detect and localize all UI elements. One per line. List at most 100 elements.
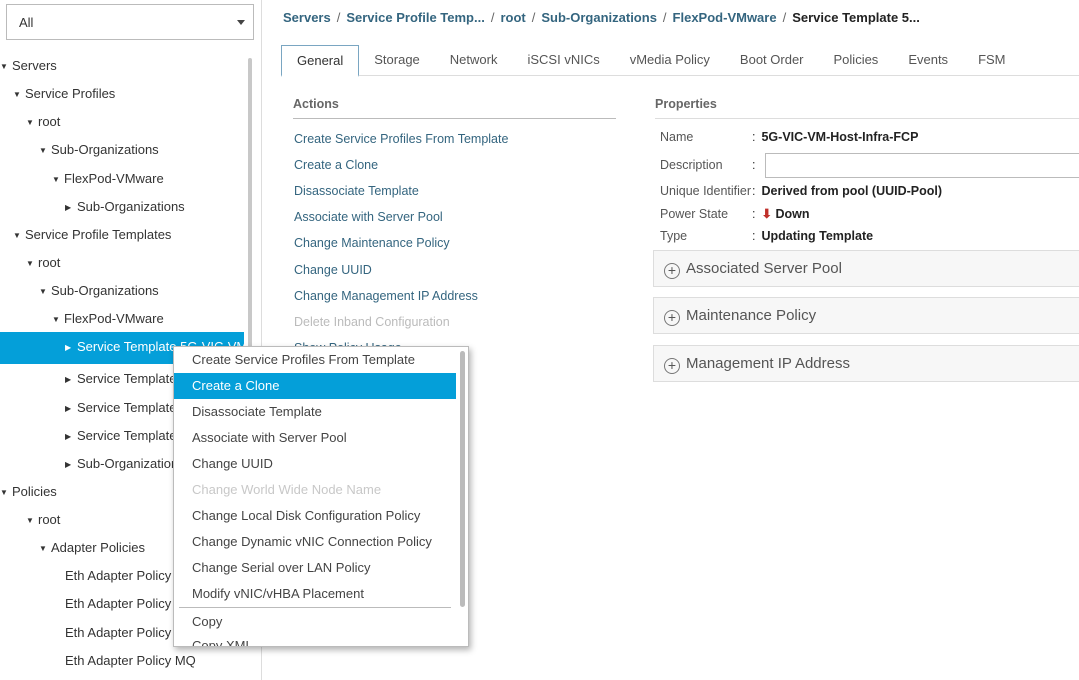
menu-item[interactable]: Disassociate Template xyxy=(174,399,456,425)
label: Description xyxy=(660,158,723,172)
caret-down-icon: ▼ xyxy=(39,286,47,296)
actions-heading: Actions xyxy=(293,97,616,119)
value: Derived from pool (UUID-Pool) xyxy=(761,184,943,198)
menu-item[interactable]: Modify vNIC/vHBA Placement xyxy=(174,581,456,607)
section-maintenance-policy[interactable]: + Maintenance Policy xyxy=(653,297,1079,334)
prop-uid: Unique Identifier: Derived from pool (UUI… xyxy=(660,184,943,198)
tree-item-label: root xyxy=(38,114,61,129)
value: 5G-VIC-VM-Host-Infra-FCP xyxy=(761,130,919,144)
breadcrumb-separator: / xyxy=(782,10,787,25)
caret-right-icon: ▶ xyxy=(65,342,72,352)
breadcrumb-item[interactable]: FlexPod-VMware xyxy=(673,10,777,25)
filter-value: All xyxy=(19,15,34,30)
action-link[interactable]: Disassociate Template xyxy=(294,184,419,198)
menu-item[interactable]: Associate with Server Pool xyxy=(174,425,456,451)
tab-boot-order[interactable]: Boot Order xyxy=(725,45,819,75)
tree-item[interactable]: ▼ Service Profiles xyxy=(0,80,244,108)
menu-scrollbar[interactable] xyxy=(460,351,465,607)
value: Down xyxy=(775,207,810,221)
menu-item[interactable]: Copy xyxy=(174,609,456,635)
caret-right-icon: ▶ xyxy=(65,202,72,212)
breadcrumb-item: Service Template 5... xyxy=(792,10,920,25)
caret-right-icon: ▶ xyxy=(65,459,72,469)
caret-down-icon: ▼ xyxy=(52,174,60,184)
tree-item-label: Eth Adapter Policy MQ xyxy=(65,653,196,668)
tab-events[interactable]: Events xyxy=(893,45,963,75)
tree-item[interactable]: ▼ root xyxy=(0,249,244,277)
menu-item[interactable]: Create a Clone xyxy=(174,373,456,399)
caret-right-icon: ▶ xyxy=(65,403,72,413)
tab-policies[interactable]: Policies xyxy=(819,45,894,75)
menu-item[interactable]: Change Dynamic vNIC Connection Policy xyxy=(174,529,456,555)
menu-item[interactable]: Copy XML xyxy=(174,633,456,646)
tree-item-label: Eth Adapter Policy L xyxy=(65,596,183,611)
tree-item-label: Eth Adapter Policy d xyxy=(65,568,183,583)
tree-item[interactable]: ▼ root xyxy=(0,108,244,136)
label: Unique Identifier xyxy=(660,184,752,198)
label: Name xyxy=(660,130,694,144)
menu-item[interactable]: Create Service Profiles From Template xyxy=(174,347,456,373)
tab-network[interactable]: Network xyxy=(435,45,513,75)
action-link[interactable]: Change Management IP Address xyxy=(294,289,478,303)
label: Type xyxy=(660,229,688,243)
tree-item[interactable]: ▼ Sub-Organizations xyxy=(0,277,244,305)
properties-heading: Properties xyxy=(655,97,1079,119)
tree-item-label: Eth Adapter Policy L xyxy=(65,625,183,640)
tab-general[interactable]: General xyxy=(281,45,360,77)
breadcrumb-item[interactable]: root xyxy=(500,10,525,25)
menu-item[interactable]: Change Serial over LAN Policy xyxy=(174,555,456,581)
action-link[interactable]: Create Service Profiles From Template xyxy=(294,132,508,146)
prop-type: Type: Updating Template xyxy=(660,229,874,243)
tree-item-label: Service Template xyxy=(77,371,177,386)
action-link[interactable]: Delete Inband Configuration xyxy=(294,315,450,329)
tree-item-label: FlexPod-VMware xyxy=(64,171,164,186)
breadcrumb-separator: / xyxy=(490,10,495,25)
tree-item[interactable]: ▼ Sub-Organizations xyxy=(0,136,244,164)
tab-vmedia-policy[interactable]: vMedia Policy xyxy=(615,45,725,75)
tree-item[interactable]: Eth Adapter Policy MQ xyxy=(0,647,244,675)
tree-item-label: Servers xyxy=(12,58,57,73)
section-associated-server-pool[interactable]: + Associated Server Pool xyxy=(653,250,1079,287)
action-link[interactable]: Associate with Server Pool xyxy=(294,210,443,224)
tab-storage[interactable]: Storage xyxy=(359,45,435,75)
tree-item-label: Service Template xyxy=(77,400,177,415)
tree-item-label: Sub-Organization xyxy=(77,456,179,471)
arrow-down-icon: ⬇ xyxy=(761,207,772,221)
caret-down-icon: ▼ xyxy=(26,117,34,127)
action-link[interactable]: Create a Clone xyxy=(294,158,378,172)
caret-down-icon: ▼ xyxy=(26,515,34,525)
caret-right-icon: ▶ xyxy=(65,374,72,384)
tree-item-label: Service Profile Templates xyxy=(25,227,172,242)
tree-item[interactable]: ▼ FlexPod-VMware xyxy=(0,305,244,333)
breadcrumb-separator: / xyxy=(531,10,536,25)
breadcrumb-item[interactable]: Service Profile Temp... xyxy=(346,10,484,25)
action-link[interactable]: Change UUID xyxy=(294,263,372,277)
section-title: Associated Server Pool xyxy=(686,260,842,277)
tree-item[interactable]: ▼ FlexPod-VMware xyxy=(0,165,244,193)
breadcrumb-item[interactable]: Sub-Organizations xyxy=(541,10,657,25)
action-link[interactable]: Change Maintenance Policy xyxy=(294,236,450,250)
menu-item[interactable]: Change UUID xyxy=(174,451,456,477)
caret-down-icon: ▼ xyxy=(13,230,21,240)
breadcrumb-item[interactable]: Servers xyxy=(283,10,331,25)
caret-down-icon: ▼ xyxy=(39,543,47,553)
menu-item[interactable]: Change World Wide Node Name xyxy=(174,477,456,503)
prop-power-state: Power State: ⬇ Down xyxy=(660,207,810,221)
tree-item-label: Sub-Organizations xyxy=(51,283,159,298)
tree-item[interactable]: ▶ Sub-Organizations xyxy=(0,193,244,221)
tree-item-label: Adapter Policies xyxy=(51,540,145,555)
menu-item[interactable]: Change Local Disk Configuration Policy xyxy=(174,503,456,529)
tree-item-label: Sub-Organizations xyxy=(77,199,185,214)
tree-item-label: Policies xyxy=(12,484,57,499)
tab-iscsi-vnics[interactable]: iSCSI vNICs xyxy=(512,45,614,75)
section-management-ip-address[interactable]: + Management IP Address xyxy=(653,345,1079,382)
tree-item[interactable]: ▼ Servers xyxy=(0,52,244,80)
tab-fsm[interactable]: FSM xyxy=(963,45,1020,75)
value: Updating Template xyxy=(761,229,874,243)
filter-dropdown[interactable]: All xyxy=(6,4,254,40)
expand-plus-icon: + xyxy=(664,310,680,326)
prop-name: Name:5G-VIC-VM-Host-Infra-FCP xyxy=(660,130,919,144)
tree-item[interactable]: ▼ Service Profile Templates xyxy=(0,221,244,249)
context-menu: Create Service Profiles From Template Cre… xyxy=(173,346,469,647)
description-input[interactable] xyxy=(765,153,1079,178)
